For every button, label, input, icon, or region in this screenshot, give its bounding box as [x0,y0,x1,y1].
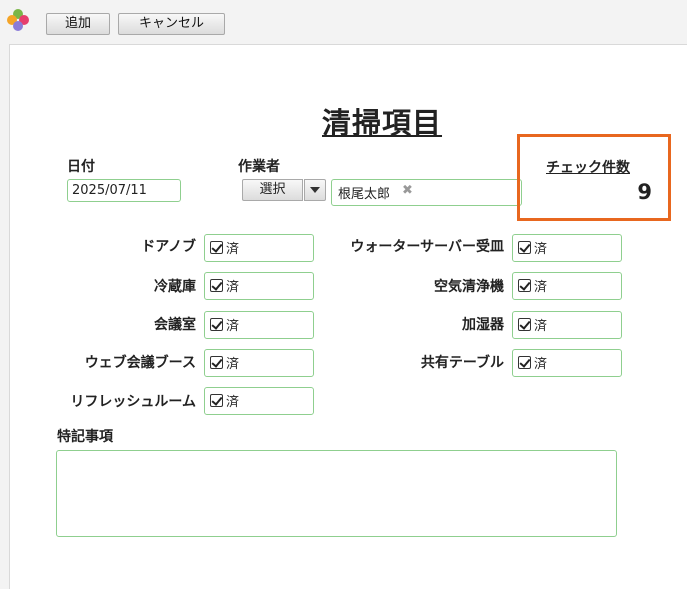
item-value: 済 [534,319,548,334]
item-label-air-purifier: 空気清浄機 [434,279,504,295]
item-checkbox-web-booth[interactable]: 済 [204,349,314,377]
checkbox-checked-icon[interactable] [518,318,531,331]
checkbox-checked-icon[interactable] [518,241,531,254]
add-button[interactable]: 追加 [46,13,110,35]
checkbox-checked-icon[interactable] [518,279,531,292]
date-label: 日付 [67,159,95,175]
item-label-meeting-room: 会議室 [154,317,196,333]
app-logo-icon [7,9,29,31]
item-checkbox-meeting-room[interactable]: 済 [204,311,314,339]
item-label-fridge: 冷蔵庫 [154,279,196,295]
checkbox-checked-icon[interactable] [518,356,531,369]
item-label-web-booth: ウェブ会議ブース [84,355,196,371]
worker-field[interactable]: 根尾太郎 ✖ [331,179,522,206]
item-value: 済 [534,242,548,257]
item-checkbox-shared-table[interactable]: 済 [512,349,622,377]
item-checkbox-refresh-room[interactable]: 済 [204,387,314,415]
item-value: 済 [226,357,240,372]
item-checkbox-water-tray[interactable]: 済 [512,234,622,262]
check-count-highlight [517,134,671,221]
item-checkbox-fridge[interactable]: 済 [204,272,314,300]
checkbox-checked-icon[interactable] [210,318,223,331]
checkbox-checked-icon[interactable] [210,279,223,292]
item-value: 済 [534,280,548,295]
checkbox-checked-icon[interactable] [210,356,223,369]
item-value: 済 [226,280,240,295]
item-label-doorknob: ドアノブ [141,239,196,255]
checkbox-checked-icon[interactable] [210,394,223,407]
cancel-button[interactable]: キャンセル [118,13,225,35]
toolbar: 追加 キャンセル [0,0,687,44]
notes-textarea[interactable] [56,450,617,537]
checkbox-checked-icon[interactable] [210,241,223,254]
remove-worker-icon[interactable]: ✖ [402,183,413,198]
worker-label: 作業者 [238,159,280,175]
page-title: 清掃項目 [322,106,443,140]
item-value: 済 [226,395,240,410]
item-checkbox-doorknob[interactable]: 済 [204,234,314,262]
worker-select-button[interactable]: 選択 [242,179,303,201]
item-value: 済 [226,319,240,334]
notes-label: 特記事項 [57,429,113,445]
check-count-label: チェック件数 [546,160,630,176]
worker-name: 根尾太郎 [338,187,391,202]
item-checkbox-humidifier[interactable]: 済 [512,311,622,339]
item-value: 済 [534,357,548,372]
chevron-down-icon[interactable] [304,179,326,201]
date-field[interactable]: 2025/07/11 [67,179,181,202]
item-label-humidifier: 加湿器 [462,317,504,333]
item-label-shared-table: 共有テーブル [420,355,504,371]
item-checkbox-air-purifier[interactable]: 済 [512,272,622,300]
item-value: 済 [226,242,240,257]
item-label-refresh-room: リフレッシュルーム [70,394,196,410]
item-label-water-tray: ウォーターサーバー受皿 [350,239,504,255]
check-count-value: 9 [637,180,652,204]
